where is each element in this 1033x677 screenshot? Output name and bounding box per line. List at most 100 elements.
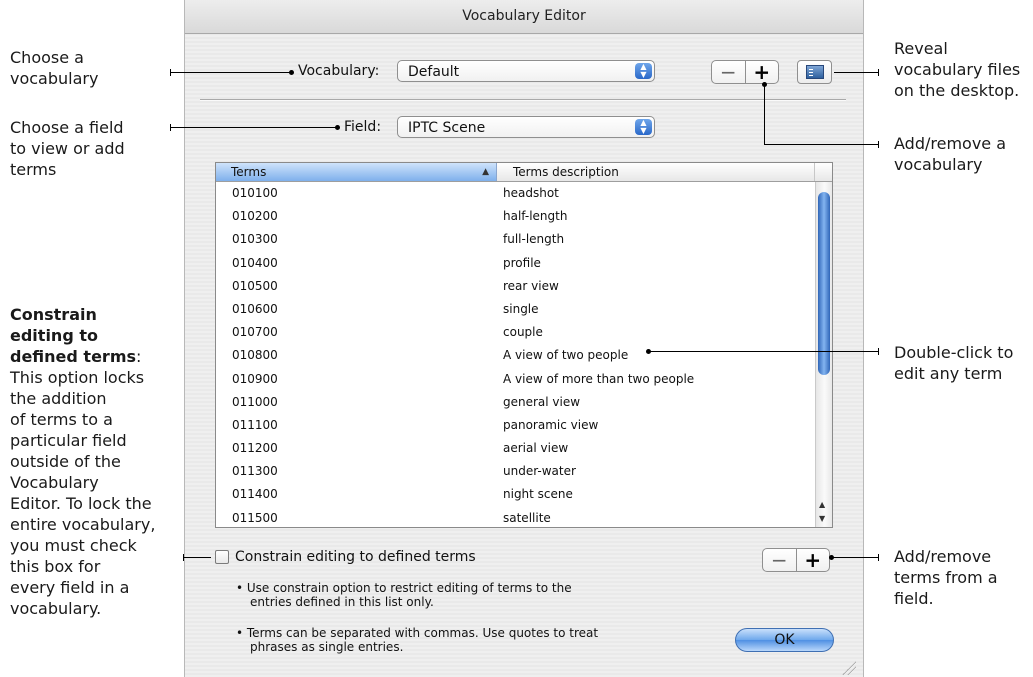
callout-line: vocabulary. — [10, 599, 102, 618]
resize-grip-icon[interactable] — [842, 661, 856, 675]
term-code: 010800 — [232, 348, 278, 363]
callout-line: Add/remove a — [894, 134, 1007, 153]
term-description: satellite — [503, 510, 551, 525]
term-description: couple — [503, 325, 543, 340]
term-description: single — [503, 301, 539, 316]
callout-line: vocabulary — [894, 155, 983, 174]
table-row[interactable]: 010800 A view of two people — [216, 344, 814, 367]
callout-line: Choose a — [10, 48, 84, 67]
help-note-constrain: • Use constrain option to restrict editi… — [236, 581, 572, 609]
scrollbar-thumb[interactable] — [818, 192, 830, 375]
term-code: 010100 — [232, 186, 278, 200]
callout-line: This option locks — [10, 368, 145, 387]
field-popup-value: IPTC Scene — [408, 120, 486, 136]
table-row[interactable]: 011300 under-water — [216, 460, 814, 483]
callout-title-line: Constrain — [10, 305, 97, 324]
reveal-files-button[interactable] — [797, 60, 832, 84]
table-row[interactable]: 010200 half-length — [216, 205, 814, 228]
leader-line — [170, 127, 338, 128]
leader-line — [834, 72, 879, 73]
table-row[interactable]: 011200 aerial view — [216, 437, 814, 460]
term-code: 010300 — [232, 232, 278, 247]
constrain-label: Constrain editing to defined terms — [235, 549, 476, 565]
table-row[interactable]: 011000 general view — [216, 391, 814, 414]
leader-tick — [878, 69, 879, 76]
vocabulary-popup[interactable]: Default ▲ ▼ — [397, 60, 655, 82]
leader-line — [764, 144, 879, 145]
table-row[interactable]: 010300 full-length — [216, 228, 814, 251]
table-row[interactable]: 010600 single — [216, 298, 814, 321]
term-code: 010600 — [232, 301, 278, 316]
ok-button[interactable]: OK — [735, 628, 834, 652]
table-row[interactable]: 011500 satellite — [216, 507, 814, 527]
note-line: phrases as single entries. — [250, 640, 404, 654]
callout-line: particular field — [10, 431, 127, 450]
callout-line: Reveal — [894, 39, 948, 58]
scroll-up-arrow-icon[interactable]: ▲ — [819, 500, 825, 509]
window-title: Vocabulary Editor — [185, 0, 863, 34]
constrain-checkbox[interactable] — [215, 550, 229, 564]
column-header-description[interactable]: Terms description — [498, 163, 815, 181]
table-row[interactable]: 010900 A view of more than two people — [216, 368, 814, 391]
term-code: 010400 — [232, 255, 278, 270]
callout-line: edit any term — [894, 364, 1003, 383]
term-description: general view — [503, 394, 581, 409]
table-row[interactable]: 011400 night scene — [216, 483, 814, 506]
callout-reveal-files: Reveal vocabulary files on the desktop. — [894, 38, 1020, 101]
field-popup[interactable]: IPTC Scene ▲ ▼ — [397, 116, 655, 138]
term-description: aerial view — [503, 441, 569, 456]
callout-title-line: editing to — [10, 326, 98, 345]
leader-tick — [878, 141, 879, 148]
term-code: 011000 — [232, 394, 278, 409]
leader-line — [650, 351, 879, 352]
leader-line — [183, 557, 211, 558]
term-description: headshot — [503, 186, 559, 200]
remove-term-button[interactable]: − — [763, 549, 796, 571]
leader-line — [764, 84, 765, 144]
column-header-label: Terms description — [513, 165, 619, 179]
divider — [200, 99, 846, 101]
leader-line — [170, 72, 292, 73]
term-description: profile — [503, 255, 541, 270]
term-code: 010700 — [232, 325, 278, 340]
callout-line: terms from a — [894, 568, 998, 587]
term-code: 011200 — [232, 441, 278, 456]
term-description: panoramic view — [503, 417, 599, 432]
table-row[interactable]: 010100 headshot — [216, 182, 814, 205]
callout-line: every field in a — [10, 578, 130, 597]
callout-constrain: Constrain editing to defined terms: This… — [10, 304, 180, 619]
term-code: 011500 — [232, 510, 278, 525]
table-row[interactable]: 011100 panoramic view — [216, 414, 814, 437]
sort-ascending-icon: ▲ — [482, 167, 489, 177]
leader-tick — [878, 554, 879, 561]
add-term-button[interactable]: + — [795, 549, 830, 571]
vocabulary-popup-value: Default — [408, 64, 460, 80]
note-line: • Use constrain option to restrict editi… — [236, 581, 572, 595]
callout-line: you must check — [10, 536, 137, 555]
popup-arrows-icon: ▲ ▼ — [635, 63, 652, 79]
term-code: 011400 — [232, 487, 278, 502]
callout-line: outside of the — [10, 452, 121, 471]
term-code: 010500 — [232, 278, 278, 293]
term-description: full-length — [503, 232, 565, 247]
callout-double-click: Double-click to edit any term — [894, 342, 1013, 384]
callout-line: the addition — [10, 389, 107, 408]
remove-vocabulary-button[interactable]: − — [712, 61, 745, 83]
callout-line: vocabulary — [10, 69, 99, 88]
column-header-terms[interactable]: Terms ▲ — [216, 163, 497, 181]
callout-add-remove-terms: Add/remove terms from a field. — [894, 546, 998, 609]
term-description: under-water — [503, 464, 576, 479]
table-row[interactable]: 010500 rear view — [216, 275, 814, 298]
term-code: 010900 — [232, 371, 278, 386]
vertical-scrollbar[interactable]: ▲ ▼ — [815, 182, 832, 527]
term-code: 011100 — [232, 417, 278, 432]
callout-line: Choose a field — [10, 118, 124, 137]
table-row[interactable]: 010400 profile — [216, 252, 814, 275]
scroll-down-arrow-icon[interactable]: ▼ — [819, 514, 825, 523]
leader-dot — [335, 125, 340, 130]
table-row[interactable]: 010700 couple — [216, 321, 814, 344]
term-description: night scene — [503, 487, 573, 502]
term-description: A view of more than two people — [503, 371, 695, 386]
add-vocabulary-button[interactable]: + — [744, 61, 779, 83]
callout-title-line: defined terms: — [10, 347, 142, 366]
